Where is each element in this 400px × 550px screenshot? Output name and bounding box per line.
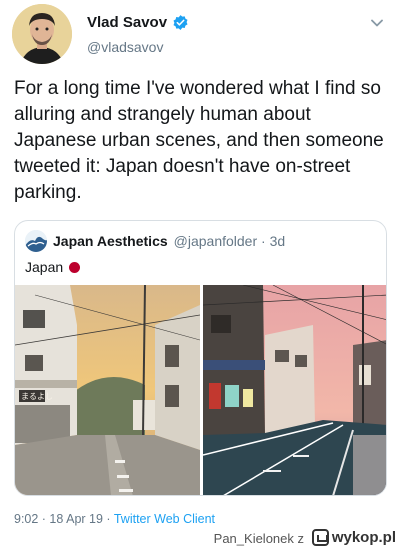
author-handle[interactable]: @vladsavov xyxy=(87,39,163,55)
chevron-down-icon[interactable] xyxy=(370,16,384,30)
verified-badge-icon xyxy=(173,15,188,30)
watermark-footer: Pan_Kielonek z wykop.pl xyxy=(0,528,400,550)
quote-author-avatar[interactable] xyxy=(25,230,47,252)
wykop-logo-icon xyxy=(311,529,329,546)
tweet-header: Vlad Savov @vladsavov xyxy=(12,4,388,68)
street-photo-right[interactable] xyxy=(203,285,387,496)
watermark-user: Pan_Kielonek z xyxy=(213,531,304,546)
tweet-client-link[interactable]: Twitter Web Client xyxy=(114,512,215,526)
street-photo-left[interactable]: まるよし xyxy=(15,285,200,496)
tweet-timestamp[interactable]: 9:02 · 18 Apr 19 · xyxy=(14,512,114,526)
watermark-logo: wykop.pl xyxy=(311,529,396,546)
author-avatar[interactable] xyxy=(12,4,72,64)
tweet-text: For a long time I've wondered what I fin… xyxy=(14,78,384,203)
svg-text:まるよし: まるよし xyxy=(21,392,53,401)
quote-author-name[interactable]: Japan Aesthetics xyxy=(53,233,168,249)
watermark-site: wykop.pl xyxy=(331,529,396,546)
japan-flag-icon xyxy=(69,261,81,273)
author-name[interactable]: Vlad Savov xyxy=(87,14,167,31)
quoted-tweet[interactable]: Japan Aesthetics @japanfolder · 3d Japan… xyxy=(14,220,387,496)
tweet-meta: 9:02 · 18 Apr 19 · Twitter Web Client xyxy=(14,512,215,526)
quote-text: Japan xyxy=(25,259,64,275)
quote-author-handle[interactable]: @japanfolder · 3d xyxy=(174,233,286,249)
